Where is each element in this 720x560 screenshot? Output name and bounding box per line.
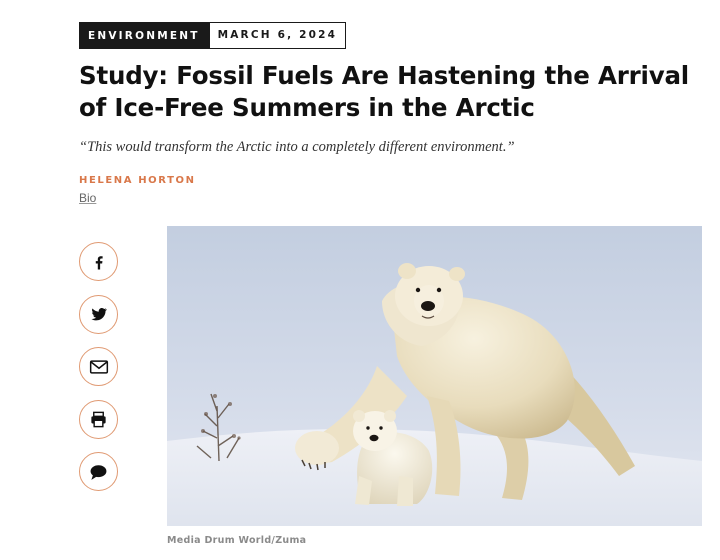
image-credit: Media Drum World/Zuma <box>167 535 307 546</box>
article-hero-image <box>167 226 702 526</box>
article-dek: “This would transform the Arctic into a … <box>79 139 515 155</box>
share-email-button[interactable] <box>79 347 118 386</box>
category-tag[interactable]: ENVIRONMENT <box>79 22 209 49</box>
article-tags: ENVIRONMENT MARCH 6, 2024 <box>79 22 347 49</box>
share-twitter-button[interactable] <box>79 294 118 334</box>
article-headline: Study: Fossil Fuels Are Hastening the Ar… <box>79 61 689 122</box>
author-name[interactable]: HELENA HORTON <box>79 175 196 186</box>
share-facebook-button[interactable] <box>79 242 118 281</box>
share-bar <box>79 242 118 505</box>
author-bio-link[interactable]: Bio <box>79 191 96 205</box>
print-icon <box>91 411 106 427</box>
facebook-icon <box>95 255 103 269</box>
share-comment-button[interactable] <box>79 452 118 491</box>
polar-bears-photo <box>167 226 702 526</box>
share-print-button[interactable] <box>79 399 118 439</box>
twitter-icon <box>90 307 107 321</box>
email-icon <box>89 359 108 374</box>
comment-icon <box>90 464 107 480</box>
date-tag: MARCH 6, 2024 <box>208 22 347 49</box>
